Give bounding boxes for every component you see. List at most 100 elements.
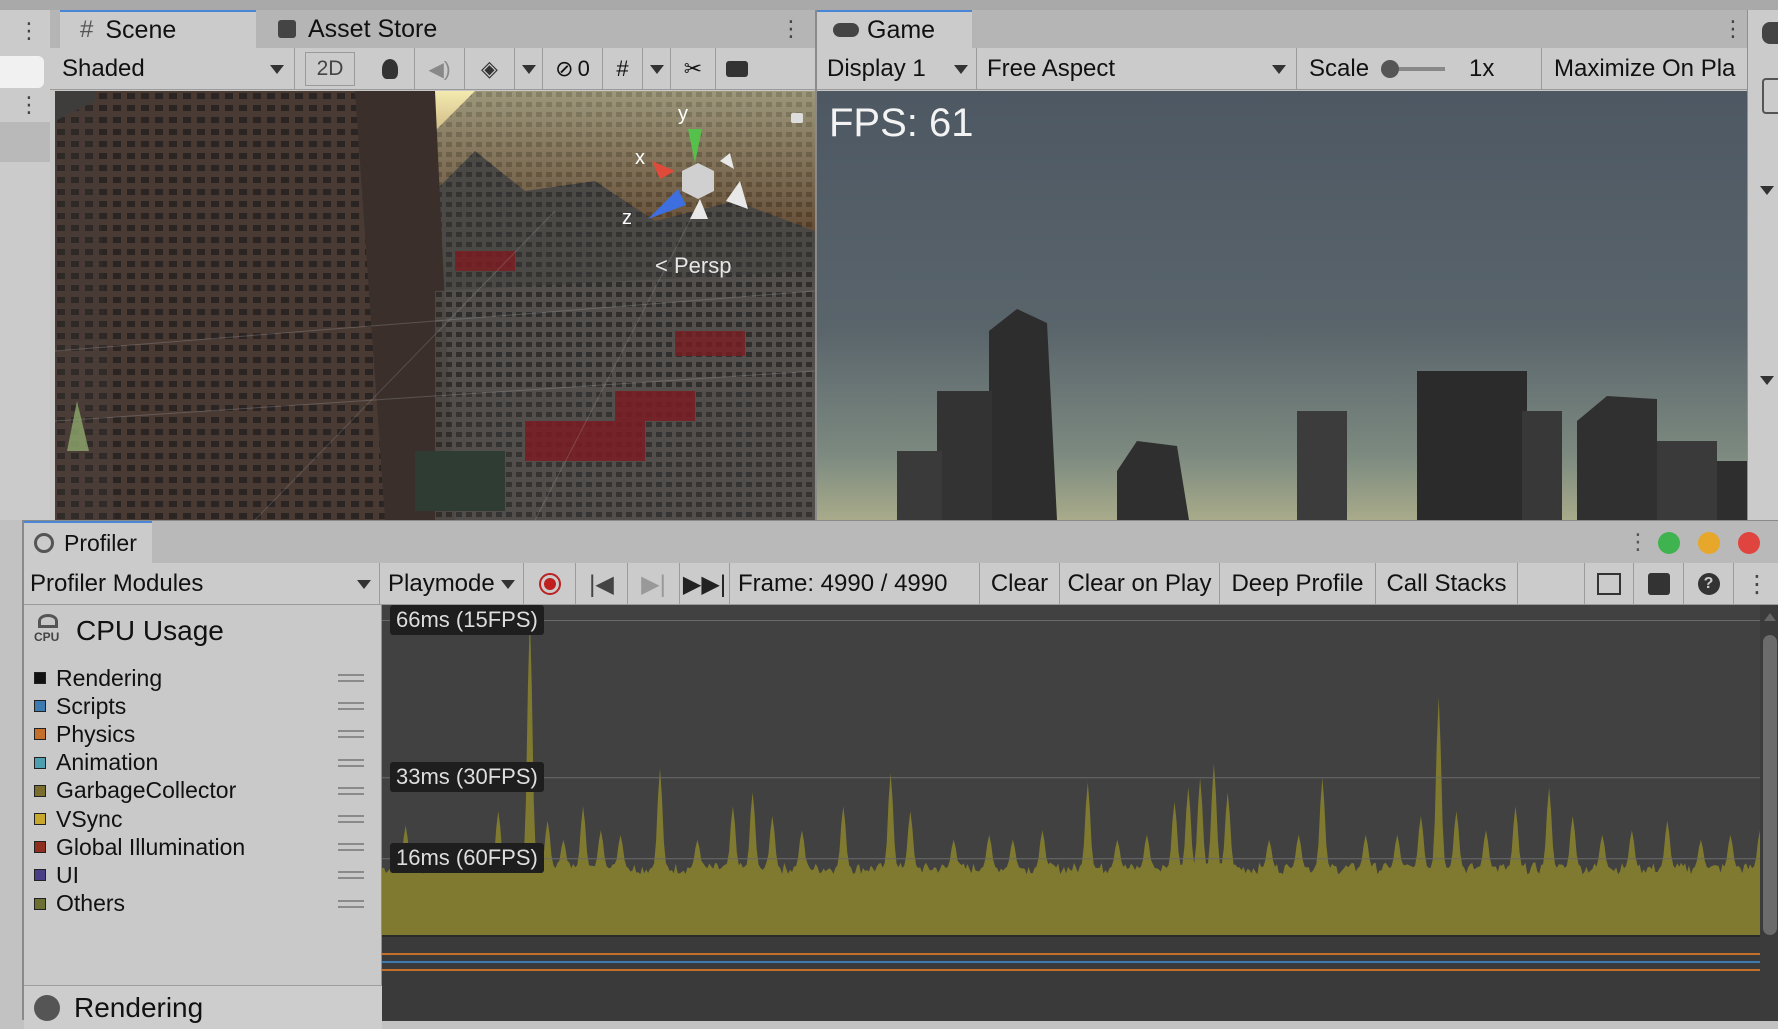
chevron-down-icon	[501, 579, 515, 589]
drag-handle-icon[interactable]	[338, 786, 364, 795]
tab-scene[interactable]: # Scene	[60, 10, 256, 48]
maximize-on-play-toggle[interactable]: Maximize On Pla	[1542, 48, 1749, 90]
top-strip	[0, 0, 1778, 10]
lighting-toggle[interactable]	[365, 48, 415, 90]
current-frame-button[interactable]: ▶▶|	[680, 563, 730, 605]
scroll-up-icon[interactable]	[1764, 613, 1776, 621]
cpu-usage-chart[interactable]: 66ms (15FPS) 33ms (30FPS) 16ms (60FPS)	[382, 605, 1778, 1021]
expand-down-icon[interactable]	[1760, 372, 1774, 390]
load-button[interactable]	[1584, 563, 1634, 605]
legend-item[interactable]: Global Illumination	[34, 832, 372, 862]
tab-asset-store[interactable]: Asset Store	[260, 10, 460, 48]
scene-panel-menu-icon[interactable]: ⋮	[780, 16, 802, 42]
game-tab-bar: Game ⋮	[817, 10, 1749, 48]
shading-mode-label: Shaded	[62, 55, 145, 82]
info-icon[interactable]	[1762, 22, 1778, 44]
display-dropdown[interactable]: Display 1	[817, 48, 977, 90]
legend-item[interactable]: Scripts	[34, 691, 372, 721]
legend-item[interactable]: UI	[34, 860, 372, 890]
tab-profiler-label: Profiler	[64, 529, 137, 556]
target-dropdown[interactable]: Playmode	[380, 563, 524, 605]
legend-item[interactable]: Physics	[34, 719, 372, 749]
expand-down-icon[interactable]	[1760, 182, 1774, 200]
drag-handle-icon[interactable]	[338, 815, 364, 823]
scrollbar-thumb[interactable]	[1763, 635, 1777, 935]
gizmo-lock-icon[interactable]	[791, 113, 803, 123]
record-button[interactable]	[524, 563, 576, 605]
save-icon	[1647, 573, 1670, 595]
previous-frame-button[interactable]: |◀	[576, 563, 628, 605]
toggle-2d-button[interactable]: 2D	[305, 52, 355, 86]
drag-handle-icon[interactable]	[338, 871, 364, 880]
tab-profiler[interactable]: Profiler	[24, 521, 152, 563]
bag-icon	[278, 20, 296, 38]
shading-mode-dropdown[interactable]: Shaded	[50, 48, 295, 90]
grid-toggle[interactable]: #	[603, 48, 643, 90]
drag-handle-icon[interactable]	[338, 758, 364, 767]
help-button[interactable]: ?	[1684, 563, 1734, 605]
game-viewport[interactable]: FPS: 61	[817, 91, 1749, 520]
profiler-modules-dropdown[interactable]: Profiler Modules	[24, 563, 380, 605]
tab-game[interactable]: Game	[817, 10, 972, 48]
drag-handle-icon[interactable]	[338, 843, 364, 852]
legend-item[interactable]: Others	[34, 889, 372, 919]
cpu-module-header[interactable]: CPU CPU Usage	[24, 605, 382, 657]
drag-handle-icon[interactable]	[338, 899, 364, 908]
camera-dropdown[interactable]	[716, 48, 815, 90]
projection-toggle[interactable]: < Persp	[655, 253, 731, 279]
chevron-down-icon	[954, 64, 968, 74]
audio-toggle[interactable]: ◀)	[415, 48, 465, 90]
clear-button[interactable]: Clear	[980, 563, 1060, 605]
toolbar-menu-button[interactable]: ⋮	[1734, 563, 1778, 605]
legend-swatch	[34, 672, 46, 684]
column-menu-icon[interactable]: ⋮	[18, 18, 40, 44]
scale-slider[interactable]	[1381, 60, 1446, 78]
aspect-dropdown[interactable]: Free Aspect	[977, 48, 1297, 90]
window-close-button[interactable]	[1738, 532, 1760, 554]
save-button[interactable]	[1634, 563, 1684, 605]
clear-on-play-toggle[interactable]: Clear on Play	[1060, 563, 1220, 605]
cpu-module-title: CPU Usage	[76, 615, 224, 646]
window-zoom-button[interactable]	[1658, 532, 1680, 554]
cpu-icon: CPU	[34, 614, 64, 648]
record-icon	[538, 573, 561, 595]
effects-toggle[interactable]: ◈	[465, 48, 515, 90]
legend-item[interactable]: VSync	[34, 804, 372, 834]
game-panel-menu-icon[interactable]: ⋮	[1722, 16, 1744, 42]
legend-item[interactable]: Animation	[34, 748, 372, 778]
legend-swatch	[34, 728, 46, 741]
rendering-series-line	[382, 969, 1760, 971]
aspect-label: Free Aspect	[987, 55, 1116, 82]
next-frame-button[interactable]: ▶|	[628, 563, 680, 605]
overlay-menu-icon[interactable]: ⋮	[18, 92, 40, 118]
legend-item[interactable]: Rendering	[34, 663, 372, 693]
scale-slider-knob[interactable]	[1381, 60, 1400, 78]
tools-toggle[interactable]: ✂	[671, 48, 716, 90]
cube-icon[interactable]	[1762, 78, 1778, 114]
drag-handle-icon[interactable]	[338, 730, 364, 739]
tab-asset-store-label: Asset Store	[308, 14, 438, 43]
legend-item[interactable]: GarbageCollector	[34, 776, 372, 806]
profiler-menu-icon[interactable]: ⋮	[1627, 529, 1649, 555]
deep-profile-label: Deep Profile	[1231, 570, 1364, 597]
search-field-stub[interactable]	[0, 56, 44, 88]
maximize-on-play-label: Maximize On Pla	[1554, 55, 1736, 82]
legend-label: VSync	[56, 805, 123, 832]
scene-viewport[interactable]: y x z < Persp	[55, 91, 815, 520]
legend-label: GarbageCollector	[56, 777, 237, 804]
chart-scrollbar[interactable]	[1760, 605, 1778, 1021]
rendering-module-title: Rendering	[74, 991, 204, 1023]
rendering-module-header[interactable]: Rendering	[24, 985, 382, 1029]
hidden-objects-toggle[interactable]: ⊘ 0	[543, 48, 603, 90]
legend-swatch	[34, 784, 46, 797]
drag-handle-icon[interactable]	[338, 674, 364, 682]
call-stacks-toggle[interactable]: Call Stacks	[1376, 563, 1518, 605]
scale-label: Scale	[1309, 55, 1370, 82]
chevron-down-icon	[521, 64, 536, 74]
deep-profile-toggle[interactable]: Deep Profile	[1220, 563, 1376, 605]
grid-dropdown[interactable]	[643, 48, 671, 90]
orientation-gizmo[interactable]: y x z	[622, 101, 770, 241]
drag-handle-icon[interactable]	[338, 702, 364, 711]
window-minimize-button[interactable]	[1698, 532, 1720, 554]
effects-dropdown[interactable]	[515, 48, 543, 90]
